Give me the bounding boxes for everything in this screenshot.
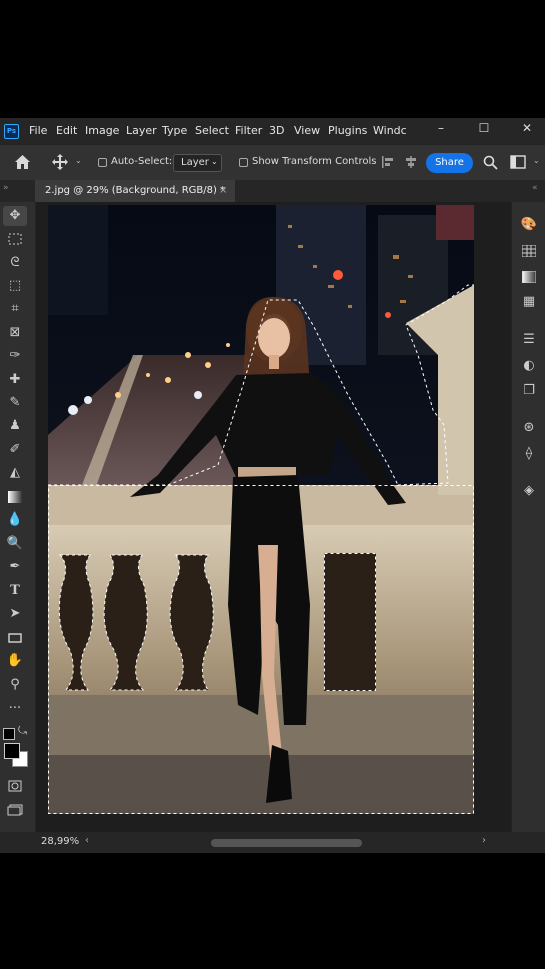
patterns-panel-icon[interactable]: ▦ <box>519 293 539 311</box>
hand-tool-icon[interactable]: ✋ <box>3 651 27 671</box>
zoom-tool-icon[interactable]: ⚲ <box>3 675 27 695</box>
show-transform-label: Show Transform Controls <box>252 156 377 167</box>
maximize-button[interactable]: ☐ <box>469 118 499 140</box>
path-selection-icon[interactable]: ➤ <box>3 604 27 624</box>
menu-window[interactable]: Windc <box>373 118 407 144</box>
dropdown-value: Layer <box>181 157 209 168</box>
properties-panel-icon[interactable]: ◐ <box>519 357 539 375</box>
document-tab-title: 2.jpg @ 29% (Background, RGB/8) * <box>45 185 226 196</box>
adjustments-panel-icon[interactable]: ☰ <box>519 331 539 349</box>
document-tab-strip: » 2.jpg @ 29% (Background, RGB/8) * × « <box>0 180 545 202</box>
scroll-right-icon[interactable]: › <box>482 835 486 846</box>
history-brush-icon[interactable]: ✐ <box>3 440 27 460</box>
gradients-panel-icon[interactable] <box>519 268 539 286</box>
zoom-level[interactable]: 28,99% <box>41 836 79 847</box>
menu-image[interactable]: Image <box>85 118 119 144</box>
color-panel-icon[interactable]: 🎨 <box>519 216 539 234</box>
align-left-icon[interactable] <box>381 155 395 169</box>
search-icon[interactable] <box>483 155 498 170</box>
share-button[interactable]: Share <box>426 153 473 173</box>
collapse-panels-icon[interactable]: » <box>3 183 9 193</box>
layers-panel-icon[interactable]: ◈ <box>519 482 539 500</box>
close-window-button[interactable]: ✕ <box>512 118 542 140</box>
workspace-icon[interactable] <box>510 155 526 169</box>
close-tab-button[interactable]: × <box>219 180 227 202</box>
menu-filter[interactable]: Filter <box>235 118 262 144</box>
panel-dock: 🎨 ▦ ☰ ◐ ❐ ⊛ ⟠ ◈ <box>511 202 545 853</box>
expand-panels-icon[interactable]: « <box>532 183 538 193</box>
move-tool-icon[interactable]: ✥ <box>3 206 27 226</box>
menu-view[interactable]: View <box>294 118 320 144</box>
chevron-down-icon: ⌄ <box>211 157 218 166</box>
tools-panel: ✥ ᘓ ⬚ ⌗ ⊠ ✑ ✚ ✎ ♟ ✐ ◭ 💧 🔍 ✒ T ➤ ✋ ⚲ ··· … <box>0 202 36 853</box>
document-image[interactable] <box>48 205 474 814</box>
menu-file[interactable]: File <box>29 118 47 144</box>
menu-edit[interactable]: Edit <box>56 118 77 144</box>
menu-layer[interactable]: Layer <box>126 118 157 144</box>
channels-panel-icon[interactable]: ⊛ <box>519 419 539 437</box>
eraser-tool-icon[interactable]: ◭ <box>3 463 27 483</box>
photoshop-logo-icon: Ps <box>4 124 19 139</box>
align-center-icon[interactable] <box>404 155 418 169</box>
scroll-left-icon[interactable]: ‹ <box>85 835 89 846</box>
pen-tool-icon[interactable]: ✒ <box>3 557 27 577</box>
healing-brush-icon[interactable]: ✚ <box>3 370 27 390</box>
more-tools-icon[interactable]: ··· <box>3 699 27 719</box>
auto-select-target-dropdown[interactable]: Layer ⌄ <box>173 154 222 172</box>
menu-3d[interactable]: 3D <box>269 118 284 144</box>
swatches-panel-icon[interactable] <box>519 242 539 260</box>
gradient-tool-icon[interactable] <box>3 487 27 507</box>
dodge-tool-icon[interactable]: 🔍 <box>3 534 27 554</box>
foreground-color-swatch[interactable] <box>4 743 20 759</box>
canvas-area[interactable]: ⌃ ⌄ <box>36 202 545 832</box>
menu-select[interactable]: Select <box>195 118 229 144</box>
screen-mode-icon[interactable] <box>3 800 27 820</box>
chevron-down-icon[interactable]: ⌄ <box>533 156 540 165</box>
status-bar: 28,99% ‹ › <box>0 832 545 853</box>
home-icon[interactable] <box>14 154 31 170</box>
menu-type[interactable]: Type <box>162 118 187 144</box>
frame-tool-icon[interactable]: ⊠ <box>3 323 27 343</box>
default-colors-icon[interactable] <box>3 728 15 740</box>
document-tab[interactable]: 2.jpg @ 29% (Background, RGB/8) * × <box>35 180 235 202</box>
menu-plugins[interactable]: Plugins <box>328 118 367 144</box>
photoshop-window: Ps File Edit Image Layer Type Select Fil… <box>0 118 545 853</box>
paths-panel-icon[interactable]: ⟠ <box>519 445 539 463</box>
eyedropper-tool-icon[interactable]: ✑ <box>3 346 27 366</box>
horizontal-scroll-thumb[interactable] <box>211 839 362 847</box>
marquee-tool-icon[interactable] <box>3 229 27 249</box>
crop-tool-icon[interactable]: ⌗ <box>3 299 27 319</box>
blur-tool-icon[interactable]: 💧 <box>3 510 27 530</box>
object-selection-tool-icon[interactable]: ⬚ <box>3 276 27 296</box>
chevron-down-icon[interactable]: ⌄ <box>75 156 82 165</box>
rectangle-tool-icon[interactable] <box>3 628 27 648</box>
quick-mask-icon[interactable] <box>3 776 27 796</box>
brush-tool-icon[interactable]: ✎ <box>3 393 27 413</box>
auto-select-checkbox[interactable] <box>98 158 107 167</box>
libraries-panel-icon[interactable]: ❐ <box>519 382 539 400</box>
show-transform-checkbox[interactable] <box>239 158 248 167</box>
type-tool-icon[interactable]: T <box>3 581 27 601</box>
auto-select-label: Auto-Select: <box>111 156 173 167</box>
move-tool-preset-icon[interactable] <box>52 154 68 170</box>
lasso-tool-icon[interactable]: ᘓ <box>3 253 27 273</box>
swap-colors-icon[interactable]: ⤿ <box>18 724 27 738</box>
minimize-button[interactable]: – <box>426 118 456 140</box>
menu-bar: Ps File Edit Image Layer Type Select Fil… <box>0 118 545 144</box>
options-bar: ⌄ Auto-Select: Layer ⌄ Show Transform Co… <box>0 144 545 181</box>
clone-stamp-icon[interactable]: ♟ <box>3 416 27 436</box>
